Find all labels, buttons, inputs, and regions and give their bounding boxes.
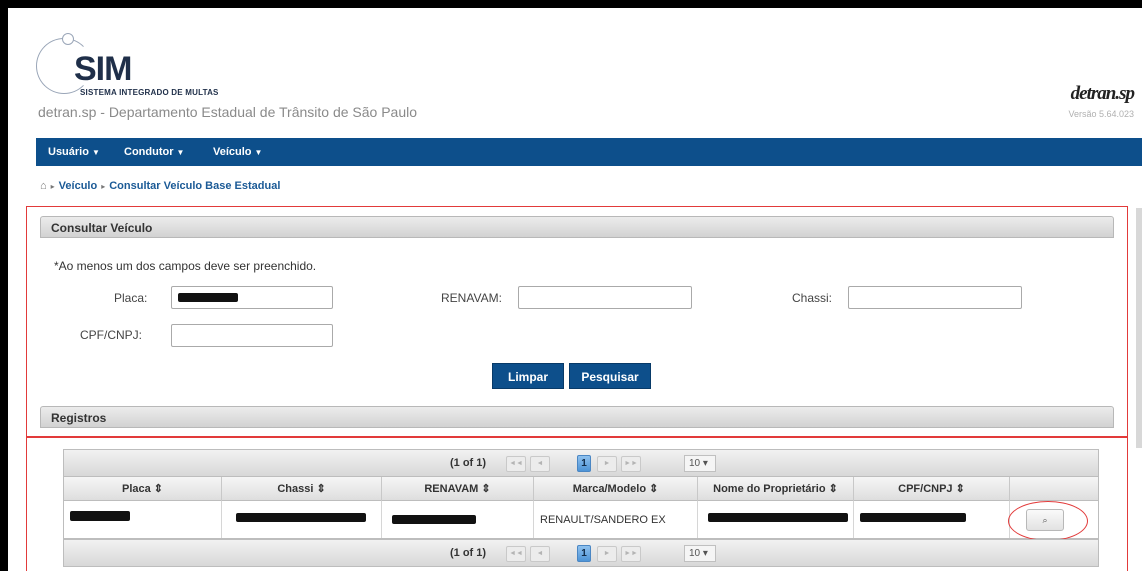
column-header-marca-modelo[interactable]: Marca/Modelo ⇕ (534, 477, 698, 501)
nav-menu-label: Veículo (213, 146, 252, 158)
caret-down-icon: ▼ (254, 148, 263, 157)
nav-menu-label: Condutor (124, 146, 174, 158)
annotation-circle (1008, 501, 1088, 541)
table-pager-bottom: (1 of 1) ◄◄ ◄ 1 ► ►► 10 ▾ (63, 539, 1099, 567)
breadcrumb-separator-icon: ▸ (50, 182, 55, 191)
table-header: Placa ⇕ Chassi ⇕ RENAVAM ⇕ Marca/Modelo … (63, 477, 1099, 501)
nav-menu-label: Usuário (48, 146, 89, 158)
nav-menu-usuario[interactable]: Usuário ▼ (48, 146, 100, 158)
required-note: *Ao menos um dos campos deve ser preench… (54, 259, 317, 273)
page-number-button[interactable]: 1 (577, 545, 591, 562)
breadcrumb: ⌂ ▸ Veículo ▸ Consultar Veículo Base Estadua… (40, 180, 280, 192)
redacted-value (178, 293, 238, 302)
breadcrumb-separator-icon: ▸ (101, 182, 106, 191)
cell-placa (64, 501, 222, 538)
breadcrumb-item-veiculo[interactable]: Veículo (59, 180, 98, 192)
breadcrumb-item-current[interactable]: Consultar Veículo Base Estadual (109, 180, 280, 192)
browser-page: SIM SISTEMA INTEGRADO DE MULTAS detran.s… (8, 8, 1142, 571)
cpf-cnpj-input[interactable] (171, 324, 333, 347)
cell-cpf-cnpj (854, 501, 1010, 538)
column-header-cpf-cnpj[interactable]: CPF/CNPJ ⇕ (854, 477, 1010, 501)
rows-per-page-select[interactable]: 10 ▾ (684, 455, 716, 472)
nav-menu-condutor[interactable]: Condutor ▼ (124, 146, 184, 158)
logo-dot-shape (62, 33, 74, 45)
next-page-icon[interactable]: ► (597, 456, 617, 472)
next-page-icon[interactable]: ► (597, 546, 617, 562)
main-navbar: Usuário ▼ Condutor ▼ Veículo ▼ (36, 138, 1142, 166)
redacted-value (708, 513, 848, 522)
renavam-input[interactable] (518, 286, 692, 309)
caret-down-icon: ▼ (176, 148, 185, 157)
results-table: (1 of 1) ◄◄ ◄ 1 ► ►► 10 ▾ Placa ⇕ Chassi… (63, 449, 1099, 571)
chassi-input[interactable] (848, 286, 1022, 309)
sim-logo: SIM SISTEMA INTEGRADO DE MULTAS (34, 32, 334, 112)
column-header-renavam[interactable]: RENAVAM ⇕ (382, 477, 534, 501)
chassi-label: Chassi: (792, 291, 833, 305)
prev-page-icon[interactable]: ◄ (530, 546, 550, 562)
header-subtitle: detran.sp - Departamento Estadual de Trâ… (38, 104, 418, 120)
logo-text: SIM (74, 50, 132, 88)
redacted-value (70, 511, 130, 521)
logo-subtitle: SISTEMA INTEGRADO DE MULTAS (80, 88, 219, 97)
rows-per-page-select[interactable]: 10 ▾ (684, 545, 716, 562)
redacted-value (392, 515, 476, 524)
version-label: Versão 5.64.023 (1068, 109, 1134, 119)
redacted-value (236, 513, 366, 522)
redacted-value (860, 513, 966, 522)
clear-button[interactable]: Limpar (492, 363, 564, 389)
search-panel-header: Consultar Veículo (40, 216, 1114, 238)
renavam-label: RENAVAM: (441, 291, 502, 305)
last-page-icon[interactable]: ►► (621, 456, 641, 472)
search-button[interactable]: Pesquisar (569, 363, 651, 389)
first-page-icon[interactable]: ◄◄ (506, 456, 526, 472)
placa-label: Placa: (114, 291, 148, 305)
home-icon[interactable]: ⌂ (40, 180, 47, 192)
nav-menu-veiculo[interactable]: Veículo ▼ (213, 146, 262, 158)
page-info: (1 of 1) (450, 457, 487, 469)
cell-chassi (222, 501, 382, 538)
annotation-box-search (26, 206, 1128, 438)
column-header-nome-proprietario[interactable]: Nome do Proprietário ⇕ (698, 477, 854, 501)
page-number-button[interactable]: 1 (577, 455, 591, 472)
cpf-cnpj-label: CPF/CNPJ: (80, 328, 143, 342)
detran-brand-logo: detran.sp (1070, 83, 1135, 104)
results-panel-header: Registros (40, 406, 1114, 428)
placa-input[interactable] (171, 286, 333, 309)
last-page-icon[interactable]: ►► (621, 546, 641, 562)
cell-marca-modelo: RENAULT/SANDERO EX (534, 501, 698, 538)
prev-page-icon[interactable]: ◄ (530, 456, 550, 472)
cell-renavam (382, 501, 534, 538)
first-page-icon[interactable]: ◄◄ (506, 546, 526, 562)
column-header-chassi[interactable]: Chassi ⇕ (222, 477, 382, 501)
caret-down-icon: ▼ (91, 148, 100, 157)
table-row: RENAULT/SANDERO EX ⌕ (63, 501, 1099, 541)
column-header-actions (1010, 477, 1100, 501)
table-pager-top: (1 of 1) ◄◄ ◄ 1 ► ►► 10 ▾ (63, 449, 1099, 477)
cell-nome-proprietario (698, 501, 854, 538)
column-header-placa[interactable]: Placa ⇕ (64, 477, 222, 501)
page-scrollbar[interactable] (1136, 208, 1142, 448)
page-info: (1 of 1) (450, 547, 487, 559)
